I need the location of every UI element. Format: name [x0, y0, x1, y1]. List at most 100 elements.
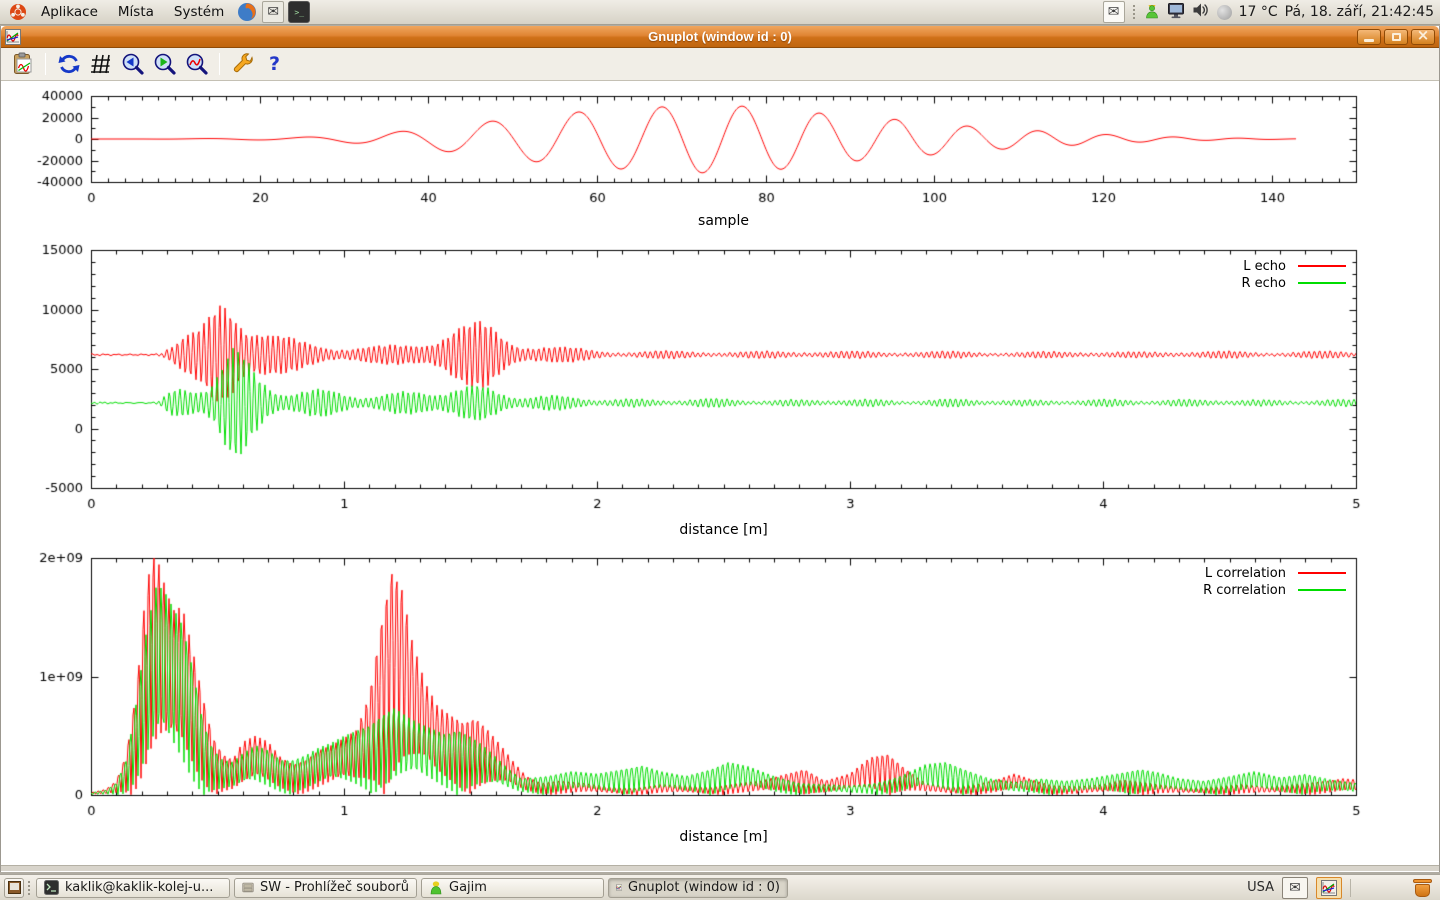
gnuplot-icon: [616, 880, 622, 895]
legend-line-green: [1298, 282, 1346, 284]
legend-item: L correlation: [1205, 566, 1346, 580]
gnuplot-window: Gnuplot (window id : 0) ×: [0, 26, 1440, 872]
menu-places-label: Místa: [118, 4, 154, 20]
trash-body-icon: [1415, 884, 1430, 897]
user-status-icon[interactable]: [1144, 2, 1160, 23]
help-icon: ?: [269, 53, 280, 75]
unzoom-icon: [185, 52, 209, 76]
window-title: Gnuplot (window id : 0): [1, 29, 1439, 44]
plot-client-area: sample L echo R echo distance [m] L corr…: [1, 81, 1439, 865]
legend-line-red: [1298, 265, 1346, 267]
menu-system-label: Systém: [174, 4, 224, 20]
show-desktop-button[interactable]: [4, 878, 24, 898]
envelope-icon: ✉: [267, 5, 279, 19]
toggle-grid-button[interactable]: [87, 51, 114, 78]
legend-label: L echo: [1243, 259, 1286, 274]
menu-system[interactable]: Systém: [165, 0, 233, 24]
menu-applications-label: Aplikace: [41, 4, 98, 20]
terminal-glyph: >_: [294, 8, 304, 17]
echo-axis-label: distance [m]: [91, 522, 1356, 538]
close-icon: ×: [1417, 28, 1430, 43]
show-desktop-icon: [8, 881, 21, 894]
envelope-icon: ✉: [1289, 881, 1301, 895]
unzoom-button[interactable]: [183, 51, 210, 78]
terminal-icon: [44, 880, 59, 895]
legend-item: L echo: [1243, 259, 1346, 273]
echo-legend: L echo R echo: [1241, 259, 1346, 290]
sample-chart-canvas[interactable]: [21, 88, 1381, 210]
tray-gnuplot-icon[interactable]: [1316, 877, 1342, 899]
legend-line-green: [1298, 589, 1346, 591]
previous-zoom-icon: [121, 52, 145, 76]
ubuntu-logo-icon[interactable]: [7, 1, 29, 23]
top-panel: Aplikace Místa Systém ✉ >_ ✉ 17 °C Pá, 1…: [0, 0, 1440, 25]
next-zoom-button[interactable]: [151, 51, 178, 78]
replot-button[interactable]: [55, 51, 82, 78]
temperature-applet[interactable]: 17 °C: [1239, 4, 1278, 20]
task-label: SW - Prohlížeč souborů: [260, 880, 409, 895]
trash-lid-icon: [1413, 879, 1432, 883]
task-button-gnuplot[interactable]: Gnuplot (window id : 0): [608, 878, 788, 898]
task-button-file-manager[interactable]: SW - Prohlížeč souborů: [234, 878, 417, 898]
correlation-chart-canvas[interactable]: [21, 550, 1381, 820]
taskbar-tray: USA ✉: [1247, 875, 1436, 900]
tray-separator: [1350, 879, 1351, 897]
legend-label: R correlation: [1203, 583, 1286, 598]
sample-axis-label: sample: [91, 213, 1356, 229]
task-label: Gnuplot (window id : 0): [628, 880, 780, 895]
desktop: Aplikace Místa Systém ✉ >_ ✉ 17 °C Pá, 1…: [0, 0, 1440, 900]
settings-button[interactable]: [229, 51, 256, 78]
display-icon[interactable]: [1167, 2, 1185, 23]
envelope-icon: ✉: [1108, 5, 1120, 19]
legend-line-red: [1298, 572, 1346, 574]
legend-label: L correlation: [1205, 566, 1286, 581]
taskbar-grip[interactable]: [28, 881, 32, 895]
trash-applet[interactable]: [1413, 877, 1432, 898]
correlation-axis-label: distance [m]: [91, 829, 1356, 845]
file-manager-icon: [242, 880, 254, 895]
tray-mail-icon[interactable]: ✉: [1103, 1, 1125, 23]
legend-item: R echo: [1241, 276, 1346, 290]
close-button[interactable]: ×: [1411, 29, 1435, 45]
wrench-icon: [231, 52, 255, 76]
legend-item: R correlation: [1203, 583, 1346, 597]
maximize-icon: [1392, 33, 1401, 41]
menu-applications[interactable]: Aplikace: [32, 0, 107, 24]
next-zoom-icon: [153, 52, 177, 76]
echo-chart-canvas[interactable]: [21, 242, 1381, 514]
toolbar-separator: [45, 53, 46, 75]
replot-icon: [57, 52, 81, 76]
copy-plot-icon: [11, 52, 35, 76]
tray-mail-notification[interactable]: ✉: [1282, 877, 1308, 899]
window-titlebar[interactable]: Gnuplot (window id : 0) ×: [1, 26, 1439, 48]
gnuplot-icon: [1321, 880, 1337, 896]
minimize-button[interactable]: [1357, 29, 1381, 45]
clock-applet[interactable]: Pá, 18. září, 21:42:45: [1285, 4, 1434, 20]
gnuplot-toolbar: ?: [1, 48, 1439, 81]
tray-grip[interactable]: [1133, 5, 1137, 19]
gajim-icon: [429, 880, 443, 895]
volume-icon[interactable]: [1192, 2, 1210, 22]
menu-places[interactable]: Místa: [109, 0, 163, 24]
mail-launcher-icon[interactable]: ✉: [262, 1, 284, 23]
maximize-button[interactable]: [1384, 29, 1408, 45]
panel-tray: ✉ 17 °C Pá, 18. září, 21:42:45: [1102, 0, 1434, 24]
task-button-gajim[interactable]: Gajim: [421, 878, 604, 898]
minimize-icon: [1364, 39, 1374, 42]
copy-plot-button[interactable]: [9, 51, 36, 78]
legend-label: R echo: [1241, 276, 1286, 291]
bottom-taskbar: kaklik@kaklik-kolej-u... SW - Prohlížeč …: [0, 874, 1440, 900]
grid-icon: [89, 52, 113, 76]
task-label: kaklik@kaklik-kolej-u...: [65, 880, 213, 895]
help-button[interactable]: ?: [261, 51, 288, 78]
task-label: Gajim: [449, 880, 487, 895]
firefox-launcher-icon[interactable]: [236, 1, 258, 23]
terminal-launcher-icon[interactable]: >_: [288, 1, 310, 23]
keyboard-layout-indicator[interactable]: USA: [1247, 880, 1274, 895]
previous-zoom-button[interactable]: [119, 51, 146, 78]
toolbar-separator: [219, 53, 220, 75]
weather-icon[interactable]: [1217, 5, 1232, 20]
correlation-legend: L correlation R correlation: [1203, 566, 1346, 597]
task-button-terminal[interactable]: kaklik@kaklik-kolej-u...: [36, 878, 230, 898]
window-bottom-edge: [1, 865, 1439, 871]
